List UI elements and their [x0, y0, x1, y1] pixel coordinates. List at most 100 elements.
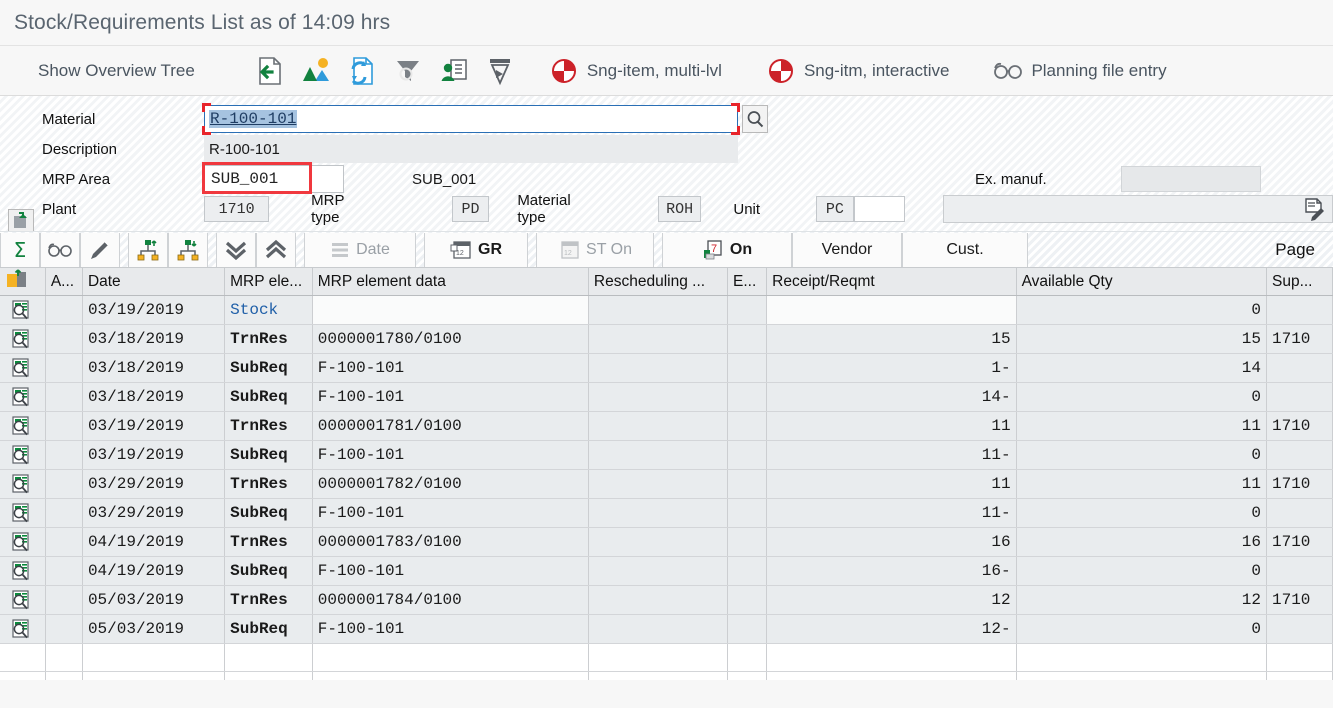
cell-sup — [1266, 353, 1333, 383]
planning-file-entry-button[interactable]: Planning file entry — [991, 54, 1184, 88]
row-detail-icon-cell[interactable] — [0, 556, 46, 586]
magnifier-doc-icon[interactable] — [11, 328, 33, 350]
ex-manuf-field[interactable] — [1121, 166, 1261, 192]
expand-all-button[interactable] — [256, 232, 296, 267]
row-detail-icon-cell[interactable] — [0, 469, 46, 499]
magnifier-doc-icon[interactable] — [11, 618, 33, 640]
on-button[interactable]: 7 On — [662, 232, 792, 267]
table-empty-row[interactable] — [0, 671, 1333, 680]
edit-button[interactable] — [80, 232, 120, 267]
row-detail-icon-cell[interactable] — [0, 353, 46, 383]
cust-button[interactable]: Cust. — [902, 232, 1028, 267]
collapse-all-button[interactable] — [216, 232, 256, 267]
table-row[interactable]: 03/19/2019 TrnRes 0000001781/0100 11 11 1710 — [0, 411, 1333, 441]
unit-label: Unit — [733, 200, 761, 218]
table-select-all-header[interactable] — [0, 267, 46, 296]
cell-a — [45, 498, 83, 528]
back-document-icon[interactable] — [253, 54, 287, 88]
filter-icon[interactable] — [391, 54, 425, 88]
table-row[interactable]: 03/29/2019 SubReq F-100-101 11- 0 — [0, 498, 1333, 528]
date-button[interactable]: Date — [304, 232, 416, 267]
row-detail-icon-cell[interactable] — [0, 614, 46, 644]
pie-chart-red-icon — [547, 54, 581, 88]
mrp-area-description: SUB_001 — [412, 170, 477, 188]
cell-date: 03/18/2019 — [82, 324, 226, 354]
table-col-available-qty[interactable]: Available Qty — [1016, 267, 1267, 296]
magnifier-doc-icon[interactable] — [11, 415, 33, 437]
magnifier-doc-icon[interactable] — [11, 299, 33, 321]
cell-mrp_ele: TrnRes — [224, 527, 313, 557]
show-overview-tree-button[interactable]: Show Overview Tree — [22, 61, 211, 81]
magnifier-doc-icon[interactable] — [11, 357, 33, 379]
graphic-icon[interactable] — [299, 54, 333, 88]
row-detail-icon-cell[interactable] — [0, 527, 46, 557]
table-col-mrp-element-data[interactable]: MRP element data — [312, 267, 589, 296]
table-row[interactable]: 05/03/2019 SubReq F-100-101 12- 0 — [0, 614, 1333, 644]
mrp-area-input[interactable]: SUB_001 — [202, 162, 344, 194]
material-input[interactable]: R-100-101 — [202, 103, 740, 135]
page-label: Page — [1275, 239, 1315, 259]
cell-mrp_data: 0000001781/0100 — [312, 411, 589, 441]
table-row[interactable]: 03/18/2019 SubReq F-100-101 1- 14 — [0, 353, 1333, 383]
table-row[interactable]: 04/19/2019 TrnRes 0000001783/0100 16 16 1710 — [0, 527, 1333, 557]
table-col-receipt-reqmt[interactable]: Receipt/Reqmt — [766, 267, 1017, 296]
row-detail-icon-cell[interactable] — [0, 382, 46, 412]
display-button[interactable] — [40, 232, 80, 267]
row-detail-icon-cell[interactable] — [0, 295, 46, 325]
table-col-sup[interactable]: Sup... — [1266, 267, 1333, 296]
sap-stock-requirements-window: Stock/Requirements List as of 14:09 hrs … — [0, 0, 1333, 708]
empty-cell — [1266, 643, 1333, 672]
magnifier-doc-icon[interactable] — [11, 560, 33, 582]
row-detail-icon-cell[interactable] — [0, 324, 46, 354]
table-col-rescheduling[interactable]: Rescheduling ... — [588, 267, 729, 296]
magnifier-doc-icon[interactable] — [11, 531, 33, 553]
sort-ascending-button[interactable] — [128, 232, 168, 267]
table-col-mrp-ele[interactable]: MRP ele... — [224, 267, 313, 296]
magnifier-doc-icon[interactable] — [11, 444, 33, 466]
sng-item-multi-lvl-button[interactable]: Sng-item, multi-lvl — [547, 54, 740, 88]
cell-sup — [1266, 440, 1333, 470]
magnifier-doc-icon[interactable] — [11, 502, 33, 524]
cell-a — [45, 324, 83, 354]
cell-available: 0 — [1016, 382, 1267, 412]
cell-date: 03/29/2019 — [82, 469, 226, 499]
table-row[interactable]: 05/03/2019 TrnRes 0000001784/0100 12 12 1710 — [0, 585, 1333, 615]
sort-descending-button[interactable] — [168, 232, 208, 267]
cell-date: 04/19/2019 — [82, 556, 226, 586]
unit-second-field[interactable] — [853, 196, 905, 222]
material-search-help-button[interactable] — [742, 105, 768, 133]
row-detail-icon-cell[interactable] — [0, 411, 46, 441]
table-empty-row[interactable] — [0, 643, 1333, 672]
row-detail-icon-cell[interactable] — [0, 440, 46, 470]
refresh-document-icon[interactable] — [345, 54, 379, 88]
mrp-area-row: MRP Area SUB_001 SUB_001 Ex. manuf. — [0, 162, 1333, 194]
table-row[interactable]: 03/19/2019 Stock 0 — [0, 295, 1333, 325]
cell-mrp_data: 0000001780/0100 — [312, 324, 589, 354]
mrp-type-label: MRP type — [311, 192, 345, 226]
cell-date: 03/18/2019 — [82, 353, 226, 383]
row-detail-icon-cell[interactable] — [0, 585, 46, 615]
row-detail-icon-cell[interactable] — [0, 498, 46, 528]
cell-a — [45, 411, 83, 441]
magnifier-doc-icon[interactable] — [11, 386, 33, 408]
table-row[interactable]: 03/19/2019 SubReq F-100-101 11- 0 — [0, 440, 1333, 470]
table-col-e[interactable]: E... — [727, 267, 768, 296]
table-row[interactable]: 03/18/2019 TrnRes 0000001780/0100 15 15 1710 — [0, 324, 1333, 354]
sum-button[interactable]: Σ — [0, 232, 40, 267]
vendor-button[interactable]: Vendor — [792, 232, 902, 267]
st-on-button[interactable]: 12 ST On — [536, 232, 654, 267]
gr-button[interactable]: 12 GR — [424, 232, 528, 267]
table-col-date[interactable]: Date — [82, 267, 226, 296]
table-col-a[interactable]: A... — [45, 267, 83, 296]
cell-e — [727, 614, 768, 644]
magnifier-doc-icon[interactable] — [11, 473, 33, 495]
table-row[interactable]: 04/19/2019 SubReq F-100-101 16- 0 — [0, 556, 1333, 586]
table-row[interactable]: 03/18/2019 SubReq F-100-101 14- 0 — [0, 382, 1333, 412]
sng-itm-interactive-button[interactable]: Sng-itm, interactive — [764, 54, 968, 88]
magnifier-doc-icon[interactable] — [11, 589, 33, 611]
user-settings-icon[interactable] — [437, 54, 471, 88]
print-icon[interactable] — [483, 54, 517, 88]
empty-cell — [1016, 643, 1267, 672]
note-field[interactable] — [942, 195, 1333, 223]
table-row[interactable]: 03/29/2019 TrnRes 0000001782/0100 11 11 1710 — [0, 469, 1333, 499]
